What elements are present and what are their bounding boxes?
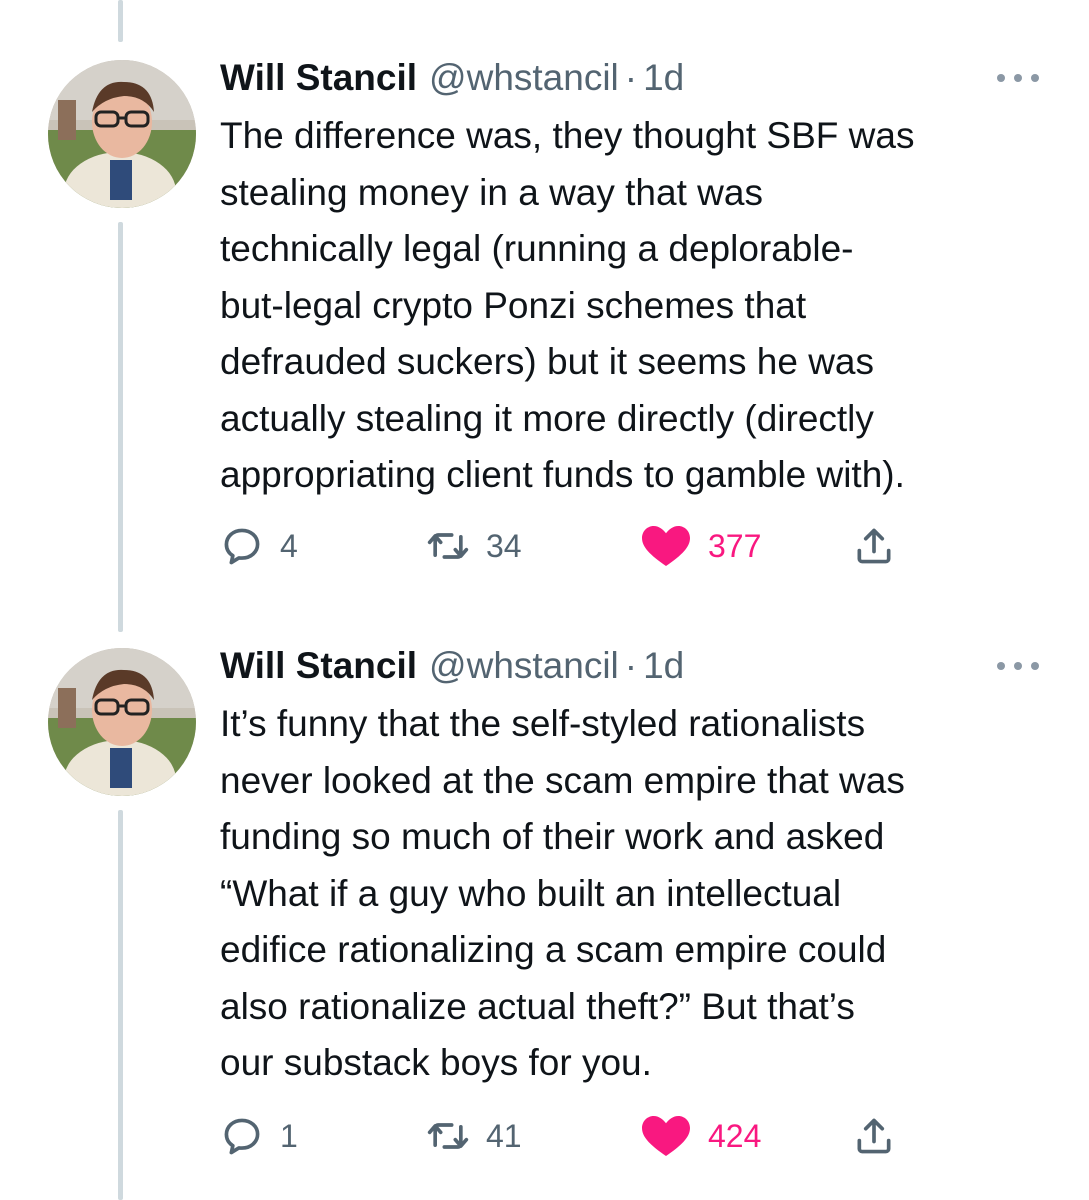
retweet-arrows-icon <box>427 1123 469 1149</box>
tweet-line: technically legal (running a deplorable- <box>220 228 854 269</box>
reply-count: 1 <box>280 1117 298 1154</box>
tweet-line: never looked at the scam empire that was <box>220 759 905 801</box>
reply-button[interactable]: 1 <box>220 1114 298 1158</box>
dot <box>997 662 1005 670</box>
avatar[interactable] <box>48 60 196 208</box>
dot <box>1014 662 1022 670</box>
dot <box>997 74 1005 82</box>
tweet-line: our substack boys for you. <box>220 1042 652 1083</box>
tweet-1[interactable]: Will Stancil @whstancil · 1d The differe… <box>0 0 1089 600</box>
tweet-header: Will Stancil @whstancil · 1d <box>220 644 684 688</box>
tweet-line: actually stealing it more directly (dire… <box>220 397 874 439</box>
tweet-line: but-legal crypto Ponzi schemes that <box>220 284 807 326</box>
separator: · <box>624 57 638 98</box>
action-bar: 4 34 377 <box>220 524 920 568</box>
tweet-text: The difference was, they thought SBF was… <box>220 108 1060 504</box>
tweet-line: “What if a guy who built an intellectual <box>220 872 842 914</box>
tweet-line: funding so much of their work and asked <box>220 816 885 857</box>
more-options-icon[interactable] <box>997 68 1039 88</box>
timestamp[interactable]: 1d <box>643 56 684 100</box>
tweet-text: It’s funny that the self-styled rational… <box>220 696 1060 1092</box>
reply-count: 4 <box>280 527 298 564</box>
heart-icon <box>642 1116 690 1156</box>
retweet-button[interactable]: 34 <box>426 524 522 568</box>
like-button[interactable]: 377 <box>640 524 761 568</box>
share-upload-icon <box>857 1118 891 1154</box>
speech-bubble-icon <box>224 528 260 565</box>
tweet-line: defrauded suckers) but it seems he was <box>220 341 874 382</box>
share-upload-icon <box>857 528 891 564</box>
author-name[interactable]: Will Stancil <box>220 644 417 688</box>
tweet-line: appropriating client funds to gamble wit… <box>220 454 905 495</box>
tweet-header: Will Stancil @whstancil · 1d <box>220 56 684 100</box>
retweet-arrows-icon <box>427 533 469 559</box>
like-count: 424 <box>708 1117 762 1154</box>
retweet-count: 41 <box>486 1117 522 1154</box>
dot <box>1014 74 1022 82</box>
tweet-2[interactable]: Will Stancil @whstancil · 1d It’s funny … <box>0 590 1089 1200</box>
timestamp[interactable]: 1d <box>643 644 684 688</box>
retweet-button[interactable]: 41 <box>426 1114 522 1158</box>
share-button[interactable] <box>852 1114 896 1158</box>
like-count: 377 <box>708 527 762 564</box>
tweet-line: The difference was, they thought SBF was <box>220 115 915 156</box>
author-handle[interactable]: @whstancil <box>429 644 619 688</box>
like-button[interactable]: 424 <box>640 1114 761 1158</box>
heart-icon <box>642 526 690 566</box>
action-bar: 1 41 424 <box>220 1114 920 1158</box>
avatar-photo <box>48 648 196 796</box>
more-options-icon[interactable] <box>997 656 1039 676</box>
author-handle[interactable]: @whstancil <box>429 56 619 100</box>
separator: · <box>624 645 638 686</box>
tweet-line: stealing money in a way that was <box>220 171 763 213</box>
reply-button[interactable]: 4 <box>220 524 298 568</box>
retweet-count: 34 <box>486 527 522 564</box>
tweet-line: edifice rationalizing a scam empire coul… <box>220 929 887 970</box>
avatar[interactable] <box>48 648 196 796</box>
share-button[interactable] <box>852 524 896 568</box>
author-name[interactable]: Will Stancil <box>220 56 417 100</box>
dot <box>1031 662 1039 670</box>
speech-bubble-icon <box>224 1118 260 1155</box>
dot <box>1031 74 1039 82</box>
tweet-line: It’s funny that the self-styled rational… <box>220 703 866 744</box>
tweet-line: also rationalize actual theft?” But that… <box>220 985 855 1027</box>
avatar-photo <box>48 60 196 208</box>
